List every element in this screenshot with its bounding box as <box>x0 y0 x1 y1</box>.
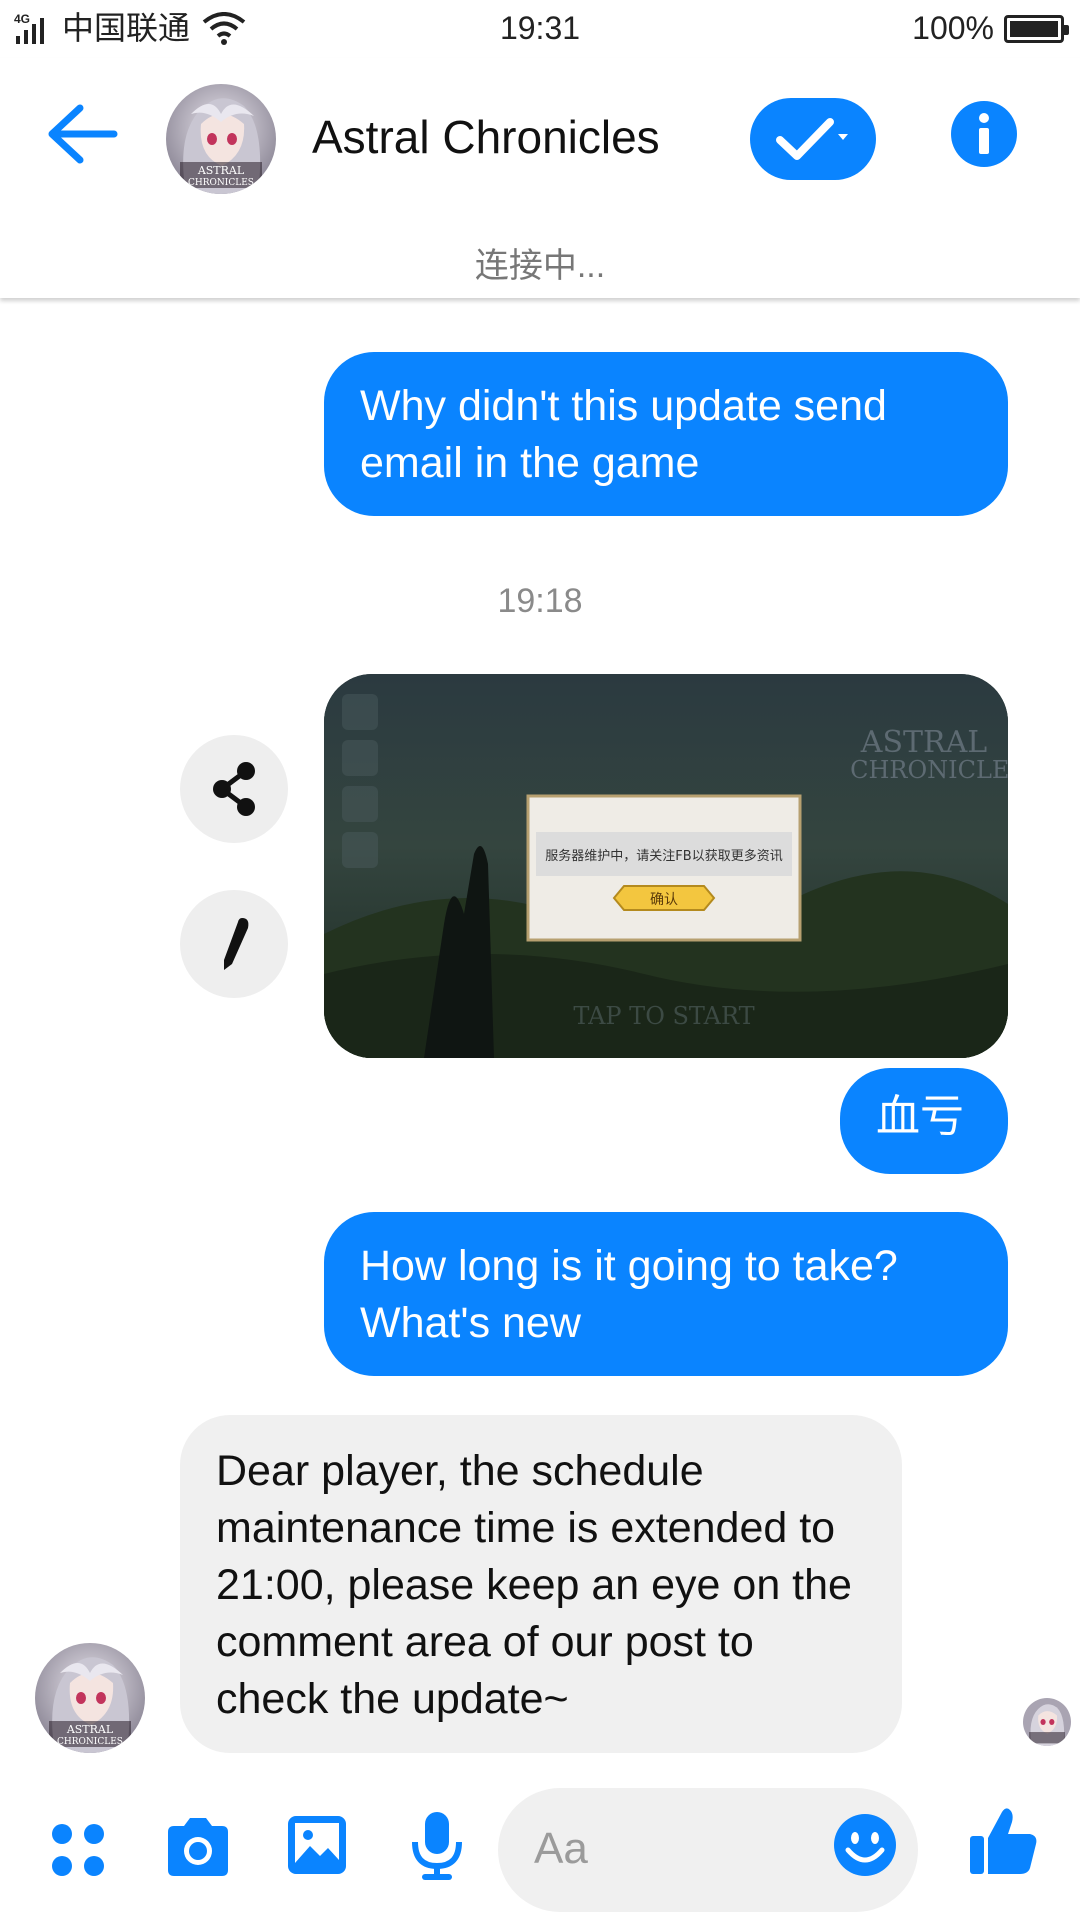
message-input-placeholder: Aa <box>534 1824 588 1873</box>
avatar[interactable]: ASTRAL CHRONICLES <box>166 84 276 194</box>
dialog-confirm: 确认 <box>650 892 678 908</box>
svg-text:ASTRAL: ASTRAL <box>66 1723 114 1736</box>
apps-icon[interactable] <box>50 1822 106 1878</box>
read-receipt-avatar <box>1023 1698 1071 1746</box>
emoji-icon[interactable] <box>832 1812 898 1878</box>
svg-text:CHRONICLES: CHRONICLES <box>850 756 1008 784</box>
share-button[interactable] <box>180 735 288 843</box>
outgoing-message[interactable]: 血亏 <box>840 1068 1008 1174</box>
pencil-icon <box>224 918 249 970</box>
svg-text:CHRONICLES: CHRONICLES <box>188 178 254 188</box>
thumbs-up-icon[interactable] <box>968 1806 1038 1876</box>
conversation-title[interactable]: Astral Chronicles <box>312 110 660 164</box>
info-icon <box>979 113 989 154</box>
svg-text:CHRONICLES: CHRONICLES <box>57 1737 123 1747</box>
share-icon <box>213 762 255 816</box>
tap-to-start-text: TAP TO START <box>573 1002 754 1030</box>
battery-icon <box>1004 14 1069 43</box>
message-composer: Aa <box>0 1770 1080 1920</box>
edit-button[interactable] <box>180 890 288 998</box>
status-bar: 4G 中国联通 19:31 100% <box>0 0 1080 58</box>
outgoing-message[interactable]: Why didn't this update send email in the… <box>324 352 1008 516</box>
camera-icon[interactable] <box>164 1816 232 1878</box>
avatar-logo-text: ASTRAL <box>197 164 245 177</box>
image-attachment[interactable]: ASTRAL CHRONICLES 服务器维护中，请关注FB以获取更多资讯 确认… <box>324 674 1008 1058</box>
back-arrow-icon[interactable] <box>44 102 120 166</box>
connection-status: 连接中... <box>474 247 606 285</box>
gallery-icon[interactable] <box>286 1814 348 1876</box>
message-timestamp: 19:18 <box>497 582 583 620</box>
status-bar-right: 100% <box>912 10 1069 47</box>
conversation-header: ASTRAL CHRONICLES Astral Chronicles 连接中.… <box>0 58 1080 298</box>
sender-avatar[interactable]: ASTRAL CHRONICLES <box>35 1643 145 1753</box>
outgoing-message[interactable]: How long is it going to take? What's new <box>324 1212 1008 1376</box>
microphone-icon[interactable] <box>410 1810 464 1882</box>
check-icon <box>776 118 848 160</box>
info-button[interactable] <box>951 101 1017 167</box>
game-logo-text: ASTRAL <box>860 725 987 760</box>
incoming-message[interactable]: Dear player, the schedule maintenance ti… <box>180 1415 902 1753</box>
check-dropdown-button[interactable] <box>750 98 876 180</box>
battery-percent: 100% <box>912 10 994 46</box>
dialog-text: 服务器维护中，请关注FB以获取更多资讯 <box>545 848 782 864</box>
